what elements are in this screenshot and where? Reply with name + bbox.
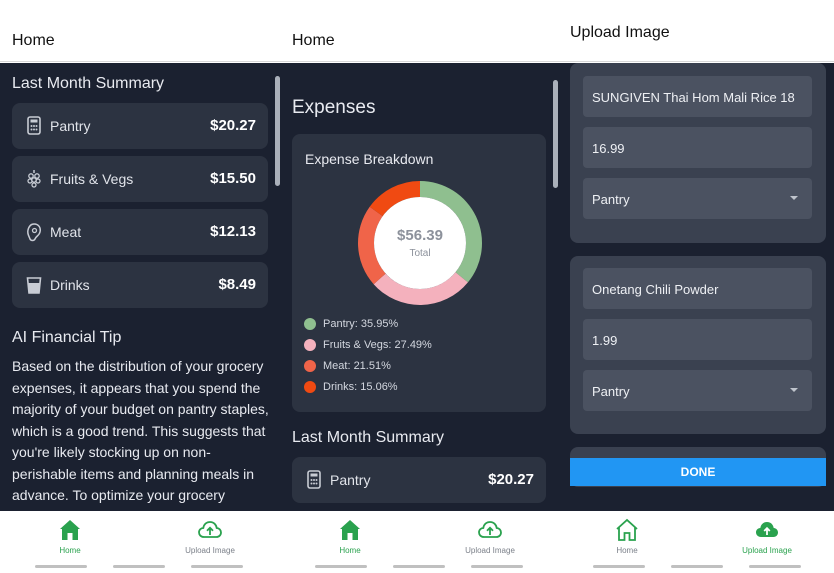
category-label: Pantry: [50, 118, 91, 134]
category-label: Meat: [50, 224, 82, 240]
item-category-value: Pantry: [592, 192, 630, 207]
category-label: Fruits & Vegs: [50, 171, 134, 187]
summary-title: Last Month Summary: [12, 75, 165, 92]
donut-center: $56.39 Total: [390, 227, 450, 259]
category-label: Pantry: [330, 472, 371, 488]
meat-icon: [26, 222, 44, 242]
cloud-upload-icon: [756, 522, 778, 537]
category-card-meat[interactable]: Meat $12.13: [12, 209, 268, 255]
legend-label: Meat: 21.51%: [323, 360, 391, 372]
legend-dot: [304, 318, 316, 330]
page-title: Home: [12, 32, 55, 49]
home-screen-expenses: Home Expenses Expense Breakdown $56.39 T…: [280, 0, 558, 573]
gesture-bar: [191, 565, 243, 568]
page-title: Home: [292, 32, 335, 49]
nav-upload-label: Upload Image: [742, 546, 792, 555]
nav-home[interactable]: Home: [587, 517, 667, 555]
category-label: Drinks: [50, 277, 90, 293]
category-amount: $12.13: [210, 223, 256, 240]
home-icon: [616, 518, 638, 541]
nav-home-label: Home: [339, 546, 361, 555]
home-icon: [60, 520, 80, 540]
gesture-bar: [393, 565, 445, 568]
legend-dot: [304, 360, 316, 372]
category-amount: $8.49: [218, 276, 256, 293]
cloud-upload-icon: [478, 521, 502, 538]
cup-icon: [26, 275, 44, 295]
bottom-nav: Home Upload Image: [558, 511, 834, 573]
tip-text: Based on the distribution of your grocer…: [12, 358, 269, 503]
gesture-bar: [471, 565, 523, 568]
item-name-value: Onetang Chili Powder: [592, 282, 719, 297]
nav-upload-image[interactable]: Upload Image: [727, 517, 807, 555]
home-screen-summary: Home Last Month Summary Pantry $20.27 Fr…: [0, 0, 280, 573]
category-card-pantry[interactable]: Pantry $20.27: [292, 457, 546, 503]
nav-home-label: Home: [616, 546, 638, 555]
category-amount: $15.50: [210, 170, 256, 187]
item-category-value: Pantry: [592, 384, 630, 399]
category-amount: $20.27: [210, 117, 256, 134]
category-card-pantry[interactable]: Pantry $20.27: [12, 103, 268, 149]
grapes-icon: [26, 169, 44, 189]
item-price-field[interactable]: 16.99: [583, 127, 812, 168]
legend-dot: [304, 381, 316, 393]
expenses-title: Expenses: [292, 97, 376, 118]
cloud-upload-icon: [198, 521, 222, 538]
done-button[interactable]: DONE: [570, 458, 826, 486]
item-price-value: 1.99: [592, 333, 618, 348]
legend-dot: [304, 339, 316, 351]
item-form-card: Onetang Chili Powder 1.99 Pantry: [570, 256, 826, 434]
gesture-bar: [593, 565, 645, 568]
total-label: Total: [409, 248, 431, 259]
item-category-select[interactable]: Pantry: [583, 370, 812, 411]
bottom-nav: Home Upload Image: [280, 511, 558, 573]
app-bar: Home: [280, 0, 558, 62]
expense-breakdown-card: Expense Breakdown $56.39 Total Pantry: 3…: [292, 134, 546, 412]
legend-label: Drinks: 15.06%: [323, 381, 398, 393]
chevron-down-icon: [790, 388, 798, 392]
item-category-select[interactable]: Pantry: [583, 178, 812, 219]
nav-home-label: Home: [59, 546, 81, 555]
item-price-field[interactable]: 1.99: [583, 319, 812, 360]
page-title: Upload Image: [570, 24, 670, 41]
calculator-icon: [26, 116, 44, 136]
nav-upload-label: Upload Image: [185, 546, 235, 555]
gesture-bar: [113, 565, 165, 568]
total-amount: $56.39: [397, 227, 443, 244]
scroll-content[interactable]: SUNGIVEN Thai Hom Mali Rice 18 16.99 Pan…: [558, 63, 834, 511]
item-name-field[interactable]: Onetang Chili Powder: [583, 268, 812, 309]
item-price-value: 16.99: [592, 141, 625, 156]
nav-upload-image[interactable]: Upload Image: [170, 517, 250, 555]
chevron-down-icon: [790, 196, 798, 200]
nav-upload-image[interactable]: Upload Image: [450, 517, 530, 555]
app-bar: Home: [0, 0, 280, 62]
legend-label: Pantry: 35.95%: [323, 318, 399, 330]
gesture-bar: [315, 565, 367, 568]
scroll-content[interactable]: Last Month Summary Pantry $20.27 Fruits …: [0, 63, 280, 511]
bottom-nav: Home Upload Image: [0, 511, 280, 573]
item-name-value: SUNGIVEN Thai Hom Mali Rice 18: [592, 90, 795, 105]
category-card-fruits-vegs[interactable]: Fruits & Vegs $15.50: [12, 156, 268, 202]
category-amount: $20.27: [488, 471, 534, 488]
item-form-card: SUNGIVEN Thai Hom Mali Rice 18 16.99 Pan…: [570, 63, 826, 243]
nav-upload-label: Upload Image: [465, 546, 515, 555]
gesture-bar: [749, 565, 801, 568]
app-bar: Upload Image: [558, 0, 834, 62]
item-name-field[interactable]: SUNGIVEN Thai Hom Mali Rice 18: [583, 76, 812, 117]
gesture-bar: [671, 565, 723, 568]
screens-container: Home Last Month Summary Pantry $20.27 Fr…: [0, 0, 834, 573]
gesture-bar: [35, 565, 87, 568]
breakdown-title: Expense Breakdown: [305, 151, 434, 167]
home-icon: [340, 520, 360, 540]
legend-label: Fruits & Vegs: 27.49%: [323, 339, 432, 351]
nav-home[interactable]: Home: [30, 517, 110, 555]
scroll-content[interactable]: Expenses Expense Breakdown $56.39 Total …: [280, 63, 558, 511]
tip-title: AI Financial Tip: [12, 329, 122, 346]
category-card-drinks[interactable]: Drinks $8.49: [12, 262, 268, 308]
calculator-icon: [306, 470, 324, 490]
summary-title: Last Month Summary: [292, 429, 445, 446]
nav-home[interactable]: Home: [310, 517, 390, 555]
upload-image-screen: Upload Image SUNGIVEN Thai Hom Mali Rice…: [558, 0, 834, 573]
